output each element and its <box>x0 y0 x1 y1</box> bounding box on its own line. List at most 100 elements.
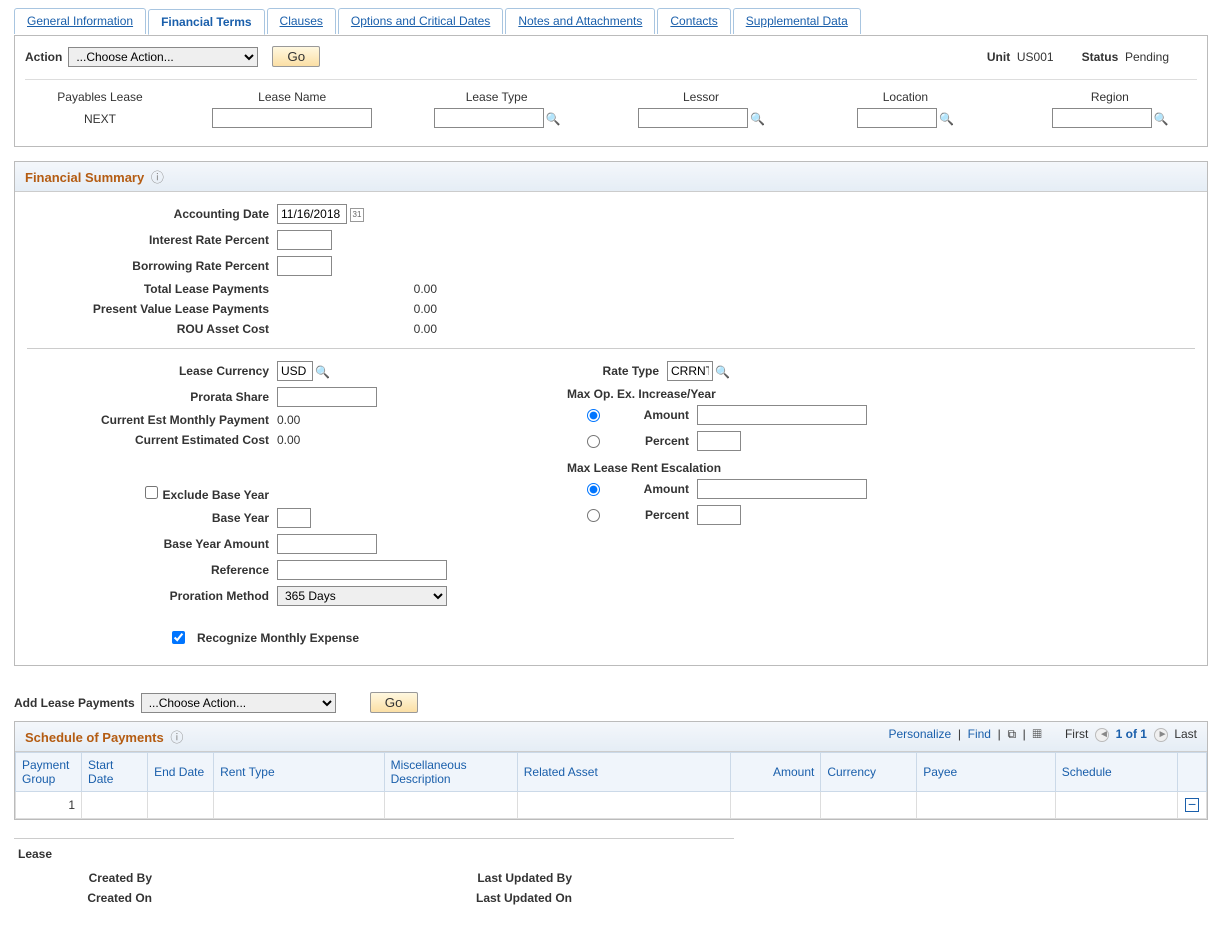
lease-footer: Created By Created On Last Updated By La… <box>30 871 1208 911</box>
location-input[interactable] <box>857 108 937 128</box>
cell-amount <box>730 792 821 819</box>
payables-lease-value: NEXT <box>25 112 175 126</box>
proration-method-select[interactable]: 365 Days <box>277 586 447 606</box>
rent-percent-label: Percent <box>637 508 697 522</box>
action-go-button[interactable]: Go <box>272 46 320 67</box>
cell-end-date <box>148 792 214 819</box>
col-amount[interactable]: Amount <box>730 753 821 792</box>
opex-amount-radio[interactable] <box>587 409 600 422</box>
opex-percent-input[interactable] <box>697 431 741 451</box>
prorata-share-label: Prorata Share <box>27 390 277 404</box>
delete-row-button[interactable]: − <box>1185 798 1199 812</box>
tab-clauses[interactable]: Clauses <box>267 8 336 34</box>
base-year-label: Base Year <box>27 511 277 525</box>
schedule-table: Payment Group Start Date End Date Rent T… <box>15 752 1207 819</box>
max-opex-label: Max Op. Ex. Increase/Year <box>567 387 867 401</box>
lease-currency-label: Lease Currency <box>27 364 277 378</box>
tab-options-critical-dates[interactable]: Options and Critical Dates <box>338 8 503 34</box>
opex-amount-input[interactable] <box>697 405 867 425</box>
add-lease-row: Add Lease Payments ...Choose Action... G… <box>0 680 1222 721</box>
cur-est-cost-value: 0.00 <box>277 433 300 447</box>
personalize-link[interactable]: Personalize <box>888 727 951 741</box>
lessor-lookup-icon[interactable]: 🔍 <box>750 112 764 126</box>
rent-amount-input[interactable] <box>697 479 867 499</box>
total-lease-label: Total Lease Payments <box>27 282 277 296</box>
exclude-base-year-checkbox[interactable] <box>145 486 158 499</box>
lease-currency-input[interactable] <box>277 361 313 381</box>
table-row: 1 − <box>16 792 1207 819</box>
cell-misc-desc <box>384 792 517 819</box>
rate-type-input[interactable] <box>667 361 713 381</box>
accounting-date-label: Accounting Date <box>27 207 277 221</box>
interest-rate-input[interactable] <box>277 230 332 250</box>
main-panel: Action ...Choose Action... Go Unit US001… <box>14 35 1208 147</box>
find-link[interactable]: Find <box>968 727 991 741</box>
prorata-share-input[interactable] <box>277 387 377 407</box>
header-fields: Payables Lease NEXT Lease Name Lease Typ… <box>25 90 1197 136</box>
rent-percent-radio[interactable] <box>587 509 600 522</box>
base-year-input[interactable] <box>277 508 311 528</box>
lessor-input[interactable] <box>638 108 748 128</box>
lessor-label: Lessor <box>614 90 788 104</box>
borrowing-rate-input[interactable] <box>277 256 332 276</box>
col-related-asset[interactable]: Related Asset <box>517 753 730 792</box>
prev-icon[interactable] <box>1095 728 1109 742</box>
tab-supplemental-data[interactable]: Supplemental Data <box>733 8 861 34</box>
col-payment-group[interactable]: Payment Group <box>16 753 82 792</box>
col-rent-type[interactable]: Rent Type <box>214 753 384 792</box>
unit-label: Unit <box>987 50 1010 64</box>
base-year-amount-input[interactable] <box>277 534 377 554</box>
lease-type-input[interactable] <box>434 108 544 128</box>
financial-summary-section: Financial Summary ⓘ Accounting Date 31 I… <box>14 161 1208 666</box>
help-icon[interactable]: ⓘ <box>151 170 164 185</box>
region-label: Region <box>1023 90 1197 104</box>
cell-related-asset <box>517 792 730 819</box>
action-bar: Action ...Choose Action... Go Unit US001… <box>25 46 1197 80</box>
add-lease-select[interactable]: ...Choose Action... <box>141 693 336 713</box>
rent-percent-input[interactable] <box>697 505 741 525</box>
region-input[interactable] <box>1052 108 1152 128</box>
currency-lookup-icon[interactable]: 🔍 <box>315 365 329 379</box>
col-schedule[interactable]: Schedule <box>1055 753 1178 792</box>
location-label: Location <box>818 90 992 104</box>
next-icon[interactable] <box>1154 728 1168 742</box>
created-on-label: Created On <box>30 891 160 911</box>
first-link[interactable]: First <box>1065 727 1088 741</box>
rent-amount-radio[interactable] <box>587 483 600 496</box>
col-end-date[interactable]: End Date <box>148 753 214 792</box>
calendar-icon[interactable]: 31 <box>350 208 364 222</box>
col-misc-desc[interactable]: Miscellaneous Description <box>384 753 517 792</box>
help-icon[interactable]: ⓘ <box>170 730 183 745</box>
region-lookup-icon[interactable]: 🔍 <box>1154 112 1168 126</box>
action-select[interactable]: ...Choose Action... <box>68 47 258 67</box>
tab-contacts[interactable]: Contacts <box>657 8 730 34</box>
lease-type-lookup-icon[interactable]: 🔍 <box>546 112 560 126</box>
schedule-title: Schedule of Payments <box>25 730 164 745</box>
recognize-monthly-checkbox[interactable] <box>172 631 185 644</box>
add-lease-go-button[interactable]: Go <box>370 692 418 713</box>
reference-input[interactable] <box>277 560 447 580</box>
last-link[interactable]: Last <box>1174 727 1197 741</box>
tab-strip: General Information Financial Terms Clau… <box>0 8 1222 35</box>
rate-type-label: Rate Type <box>547 364 667 378</box>
recognize-monthly-label: Recognize Monthly Expense <box>197 631 359 645</box>
col-start-date[interactable]: Start Date <box>82 753 148 792</box>
accounting-date-input[interactable] <box>277 204 347 224</box>
schedule-section: Schedule of Payments ⓘ Personalize | Fin… <box>14 721 1208 820</box>
col-currency[interactable]: Currency <box>821 753 917 792</box>
last-updated-by-label: Last Updated By <box>420 871 580 891</box>
location-lookup-icon[interactable]: 🔍 <box>939 112 953 126</box>
base-year-amount-label: Base Year Amount <box>27 537 277 551</box>
tab-financial-terms[interactable]: Financial Terms <box>148 9 264 35</box>
grid-icon[interactable]: ▦ <box>1032 727 1041 741</box>
col-payee[interactable]: Payee <box>917 753 1055 792</box>
cell-schedule <box>1055 792 1178 819</box>
lease-name-input[interactable] <box>212 108 372 128</box>
opex-percent-radio[interactable] <box>587 435 600 448</box>
cur-est-monthly-label: Current Est Monthly Payment <box>27 413 277 427</box>
tab-notes-attachments[interactable]: Notes and Attachments <box>505 8 655 34</box>
rate-type-lookup-icon[interactable]: 🔍 <box>715 365 729 379</box>
zoom-icon[interactable]: ⧉ <box>1007 727 1016 741</box>
tab-general-info[interactable]: General Information <box>14 8 146 34</box>
rou-label: ROU Asset Cost <box>27 322 277 336</box>
